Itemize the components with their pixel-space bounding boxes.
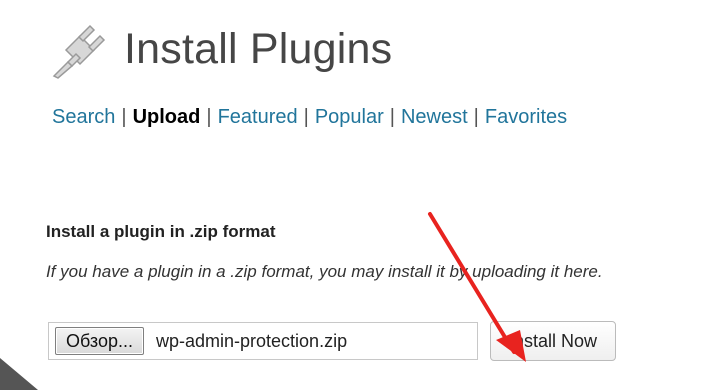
subnav-item-search[interactable]: Search xyxy=(52,106,115,128)
page-header: Install Plugins xyxy=(46,14,392,84)
subnav-item-featured[interactable]: Featured xyxy=(218,106,298,128)
upload-form: Обзор... wp-admin-protection.zip Install… xyxy=(48,321,617,361)
plugin-subnav: Search | Upload | Featured | Popular | Newest | Fa… xyxy=(52,106,567,129)
file-input[interactable]: Обзор... wp-admin-protection.zip xyxy=(48,322,478,360)
subnav-item-upload[interactable]: Upload xyxy=(133,106,201,128)
browse-button[interactable]: Обзор... xyxy=(55,327,144,355)
subnav-item-favorites[interactable]: Favorites xyxy=(485,106,567,128)
upload-section-title: Install a plugin in .zip format xyxy=(46,222,276,241)
subnav-separator: | xyxy=(303,106,309,128)
install-now-button[interactable]: Install Now xyxy=(490,321,617,361)
subnav-item-newest[interactable]: Newest xyxy=(401,106,468,128)
selected-file-name: wp-admin-protection.zip xyxy=(156,330,348,351)
subnav-separator: | xyxy=(206,106,212,128)
plugin-icon xyxy=(46,18,108,80)
subnav-separator: | xyxy=(121,106,127,128)
page-title: Install Plugins xyxy=(124,24,393,73)
subnav-item-popular[interactable]: Popular xyxy=(315,106,384,128)
subnav-separator: | xyxy=(389,106,395,128)
upload-description: If you have a plugin in a .zip format, y… xyxy=(46,262,603,281)
install-plugins-page: Install Plugins Search | Upload | Featured | P… xyxy=(0,0,716,390)
subnav-separator: | xyxy=(473,106,479,128)
